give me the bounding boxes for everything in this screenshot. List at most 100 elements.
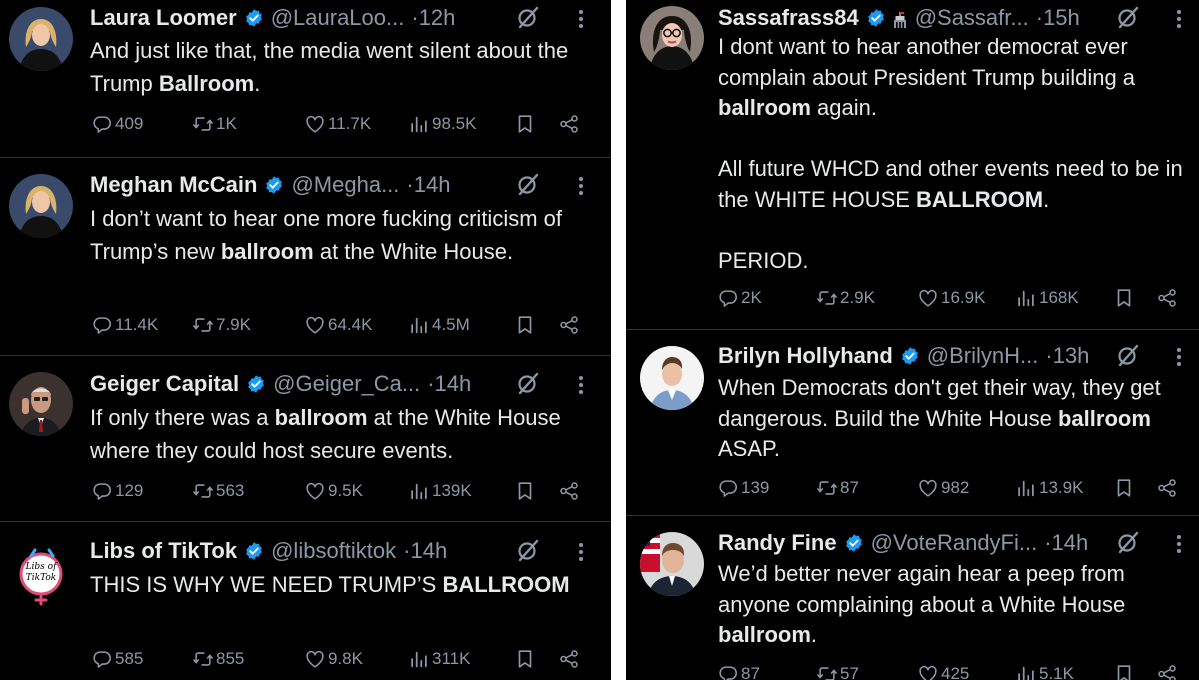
reply-button[interactable]: 87 (717, 663, 760, 680)
display-name[interactable]: Brilyn Hollyhand (718, 343, 893, 369)
like-icon (304, 648, 328, 670)
grok-icon[interactable] (516, 371, 542, 397)
views-button[interactable]: 98.5K (408, 113, 476, 135)
avatar[interactable] (640, 346, 704, 410)
like-button[interactable]: 9.5K (304, 480, 363, 502)
like-button[interactable]: 9.8K (304, 648, 363, 670)
timestamp[interactable]: 14h (410, 538, 447, 564)
views-button[interactable]: 311K (408, 648, 470, 670)
like-button[interactable]: 16.9K (917, 287, 985, 309)
tweet-card[interactable]: Libs of TikTok Libs of TikTok @libsoftikto… (0, 521, 611, 680)
reply-button[interactable]: 129 (91, 480, 143, 502)
repost-button[interactable]: 7.9K (192, 314, 251, 336)
timestamp[interactable]: 14h (1052, 530, 1089, 556)
share-button[interactable] (1156, 663, 1178, 680)
separator-dot: · (1035, 5, 1044, 30)
views-button[interactable]: 168K (1015, 287, 1079, 309)
repost-button[interactable]: 855 (192, 648, 244, 670)
repost-count: 57 (840, 664, 859, 680)
views-button[interactable]: 4.5M (408, 314, 470, 336)
reply-button[interactable]: 409 (91, 113, 143, 135)
grok-icon[interactable] (1116, 5, 1142, 31)
bookmark-button[interactable] (514, 113, 536, 135)
user-handle[interactable]: @libsoftiktok (271, 538, 396, 564)
reply-button[interactable]: 11.4K (91, 314, 158, 336)
user-handle[interactable]: @BrilynH... (927, 343, 1039, 369)
reply-button[interactable]: 585 (91, 648, 143, 670)
more-options-icon[interactable] (577, 541, 585, 563)
bookmark-button[interactable] (1113, 663, 1135, 680)
user-handle[interactable]: @LauraLoo... (271, 5, 405, 31)
more-options-icon[interactable] (1175, 533, 1183, 555)
repost-button[interactable]: 87 (816, 477, 859, 499)
user-handle[interactable]: @VoteRandyFi... (871, 530, 1038, 556)
repost-button[interactable]: 2.9K (816, 287, 875, 309)
display-name[interactable]: Libs of TikTok (90, 538, 237, 564)
share-button[interactable] (558, 113, 580, 135)
bookmark-button[interactable] (1113, 477, 1135, 499)
timestamp[interactable]: 15h (1043, 5, 1080, 31)
display-name[interactable]: Meghan McCain (90, 172, 257, 198)
more-options-icon[interactable] (1175, 346, 1183, 368)
like-button[interactable]: 425 (917, 663, 969, 680)
like-button[interactable]: 11.7K (304, 113, 371, 135)
share-button[interactable] (558, 314, 580, 336)
like-count: 9.5K (328, 481, 363, 500)
tweet-text: When Democrats don't get their way, they… (718, 373, 1193, 465)
highlighted-term: BALLROOM (916, 186, 1044, 212)
bookmark-button[interactable] (1113, 287, 1135, 309)
repost-button[interactable]: 57 (816, 663, 859, 680)
reply-button[interactable]: 139 (717, 477, 769, 499)
like-icon (917, 287, 941, 309)
reply-button[interactable]: 2K (717, 287, 762, 309)
avatar[interactable]: Libs of TikTok (9, 542, 73, 606)
more-options-icon[interactable] (577, 175, 585, 197)
highlighted-term: Ballroom (158, 71, 255, 96)
share-button[interactable] (558, 648, 580, 670)
repost-icon (192, 113, 216, 135)
views-button[interactable]: 5.1K (1015, 663, 1074, 680)
separator-dot: · (403, 538, 411, 563)
display-name[interactable]: Laura Loomer (90, 5, 237, 31)
display-name[interactable]: Sassafrass84 (718, 5, 859, 31)
user-handle[interactable]: @Geiger_Ca... (273, 371, 420, 397)
repost-button[interactable]: 563 (192, 480, 244, 502)
like-button[interactable]: 64.4K (304, 314, 372, 336)
avatar[interactable] (640, 6, 704, 70)
reply-count: 87 (741, 664, 760, 680)
avatar[interactable] (9, 174, 73, 238)
avatar[interactable] (9, 372, 73, 436)
share-button[interactable] (1156, 287, 1178, 309)
grok-icon[interactable] (516, 538, 542, 564)
user-handle[interactable]: @Megha... (291, 172, 399, 198)
views-button[interactable]: 139K (408, 480, 472, 502)
grok-icon[interactable] (516, 172, 542, 198)
repost-button[interactable]: 1K (192, 113, 237, 135)
bookmark-button[interactable] (514, 480, 536, 502)
grok-icon[interactable] (1116, 530, 1142, 556)
share-icon (1156, 287, 1178, 309)
more-options-icon[interactable] (577, 8, 585, 30)
bookmark-button[interactable] (514, 648, 536, 670)
user-handle[interactable]: @Sassafr... (915, 5, 1029, 31)
share-button[interactable] (1156, 477, 1178, 499)
grok-icon[interactable] (1116, 343, 1142, 369)
bookmark-button[interactable] (514, 314, 536, 336)
timestamp[interactable]: 12h (419, 5, 456, 31)
grok-icon[interactable] (516, 5, 542, 31)
more-options-icon[interactable] (577, 374, 585, 396)
share-button[interactable] (558, 480, 580, 502)
display-name[interactable]: Geiger Capital (90, 371, 239, 397)
tweet-card[interactable]: Randy Fine @VoteRandyFi... · 14h We’d better… (626, 515, 1199, 680)
timestamp[interactable]: 14h (435, 371, 472, 397)
avatar[interactable] (9, 7, 73, 71)
display-name[interactable]: Randy Fine (718, 530, 837, 556)
more-options-icon[interactable] (1175, 8, 1183, 30)
avatar[interactable] (640, 532, 704, 596)
highlighted-term: ballroom (718, 622, 811, 647)
timestamp[interactable]: 14h (414, 172, 451, 198)
tweet-text: I dont want to hear another democrat eve… (718, 32, 1193, 276)
timestamp[interactable]: 13h (1053, 343, 1090, 369)
views-button[interactable]: 13.9K (1015, 477, 1083, 499)
like-button[interactable]: 982 (917, 477, 969, 499)
